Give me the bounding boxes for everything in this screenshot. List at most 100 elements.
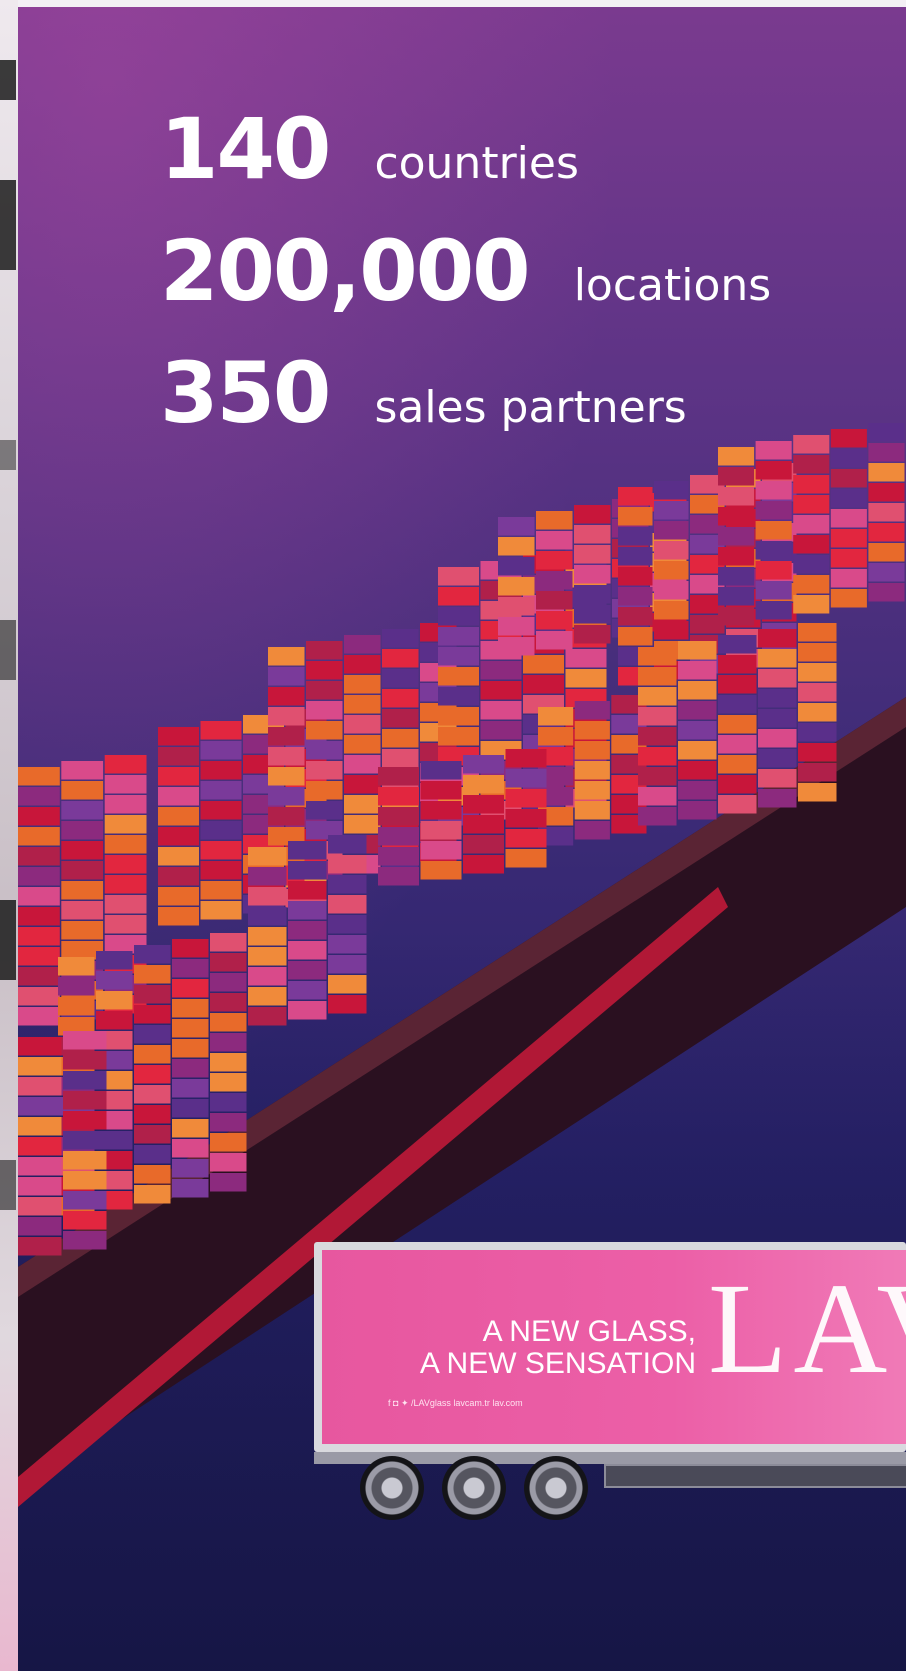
shipping-container xyxy=(96,951,133,970)
shipping-container xyxy=(58,977,95,996)
shipping-container xyxy=(480,661,522,680)
shipping-container xyxy=(210,1153,247,1172)
shipping-container xyxy=(61,781,104,800)
shipping-container xyxy=(868,583,905,602)
shipping-container xyxy=(718,755,757,774)
shipping-container xyxy=(755,541,792,560)
shipping-container xyxy=(498,617,535,636)
shipping-container xyxy=(328,895,367,914)
shipping-container xyxy=(574,801,610,820)
shipping-container xyxy=(248,867,287,886)
shipping-container xyxy=(718,487,755,506)
shipping-container xyxy=(793,575,830,594)
shipping-container xyxy=(210,1013,247,1032)
shipping-container xyxy=(718,675,757,694)
shipping-container xyxy=(638,767,677,786)
shipping-container xyxy=(420,821,462,840)
shipping-container xyxy=(18,927,60,946)
shipping-container xyxy=(758,709,797,728)
shipping-container xyxy=(638,687,677,706)
shipping-container xyxy=(463,835,504,854)
shipping-container xyxy=(793,435,830,454)
shipping-container xyxy=(61,761,104,780)
shipping-container xyxy=(678,661,717,680)
shipping-container xyxy=(200,721,242,740)
shipping-container xyxy=(654,521,689,540)
shipping-container xyxy=(718,547,755,566)
shipping-container xyxy=(210,1033,247,1052)
shipping-container xyxy=(758,789,797,808)
shipping-container xyxy=(172,1099,209,1118)
shipping-container xyxy=(268,687,305,706)
shipping-container xyxy=(758,729,797,748)
shipping-container xyxy=(63,1191,107,1210)
shipping-container xyxy=(868,563,905,582)
shipping-container xyxy=(830,469,867,488)
shipping-container xyxy=(618,547,653,566)
shipping-container xyxy=(172,979,209,998)
stat-label: sales partners xyxy=(374,382,687,433)
shipping-container xyxy=(498,577,535,596)
shipping-container xyxy=(18,1097,62,1116)
shipping-container xyxy=(536,511,573,530)
shipping-container xyxy=(868,503,905,522)
shipping-container xyxy=(200,821,242,840)
shipping-container xyxy=(200,861,242,880)
shipping-container xyxy=(63,1071,107,1090)
shipping-container xyxy=(618,607,653,626)
shipping-container xyxy=(718,715,757,734)
shipping-container xyxy=(574,505,611,524)
shipping-container xyxy=(344,795,381,814)
shipping-container xyxy=(505,749,547,768)
shipping-container xyxy=(755,601,792,620)
shipping-container xyxy=(382,709,419,728)
trailer-slogan: A NEW GLASS, A NEW SENSATION xyxy=(419,1315,696,1380)
shipping-container xyxy=(158,747,199,766)
shipping-container xyxy=(678,801,717,820)
trailer-advertisement: A NEW GLASS, A NEW SENSATION f ◘ ✦ /LAVg… xyxy=(322,1250,906,1444)
shipping-container xyxy=(523,675,564,694)
brand-logo: LAV xyxy=(708,1257,906,1401)
shipping-container xyxy=(288,981,327,1000)
shipping-container xyxy=(268,707,305,726)
shipping-container xyxy=(210,1133,247,1152)
shipping-container xyxy=(505,769,547,788)
shipping-container xyxy=(638,727,677,746)
shipping-container xyxy=(830,429,867,448)
shipping-container xyxy=(104,875,147,894)
shipping-container xyxy=(678,781,717,800)
stat-countries: 140 countries xyxy=(160,107,579,191)
shipping-container xyxy=(678,701,717,720)
shipping-container xyxy=(463,815,504,834)
shipping-container xyxy=(328,995,367,1014)
shipping-container xyxy=(438,627,479,646)
shipping-container xyxy=(248,967,287,986)
shipping-container xyxy=(210,953,247,972)
shipping-container xyxy=(268,787,305,806)
shipping-container xyxy=(755,441,792,460)
shipping-container xyxy=(200,801,242,820)
shipping-container xyxy=(200,901,242,920)
shipping-container xyxy=(793,495,830,514)
shipping-container xyxy=(288,941,327,960)
shipping-container xyxy=(798,723,837,742)
shipping-container xyxy=(718,635,757,654)
shipping-container xyxy=(654,501,689,520)
trailer-social-handles: f ◘ ✦ /LAVglass lavcam.tr lav.com xyxy=(388,1398,523,1408)
shipping-container xyxy=(200,841,242,860)
shipping-container xyxy=(536,531,573,550)
shipping-container xyxy=(523,655,564,674)
shipping-container xyxy=(172,1119,209,1138)
shipping-container xyxy=(96,991,133,1010)
shipping-container xyxy=(344,675,381,694)
shipping-container xyxy=(63,1111,107,1130)
shipping-container xyxy=(574,585,611,604)
shipping-container xyxy=(61,921,104,940)
shipping-container xyxy=(463,795,504,814)
shipping-container xyxy=(134,1165,171,1184)
shipping-container xyxy=(18,767,60,786)
shipping-container xyxy=(480,721,522,740)
shipping-container xyxy=(438,587,479,606)
shipping-container xyxy=(382,749,419,768)
shipping-container xyxy=(574,565,611,584)
